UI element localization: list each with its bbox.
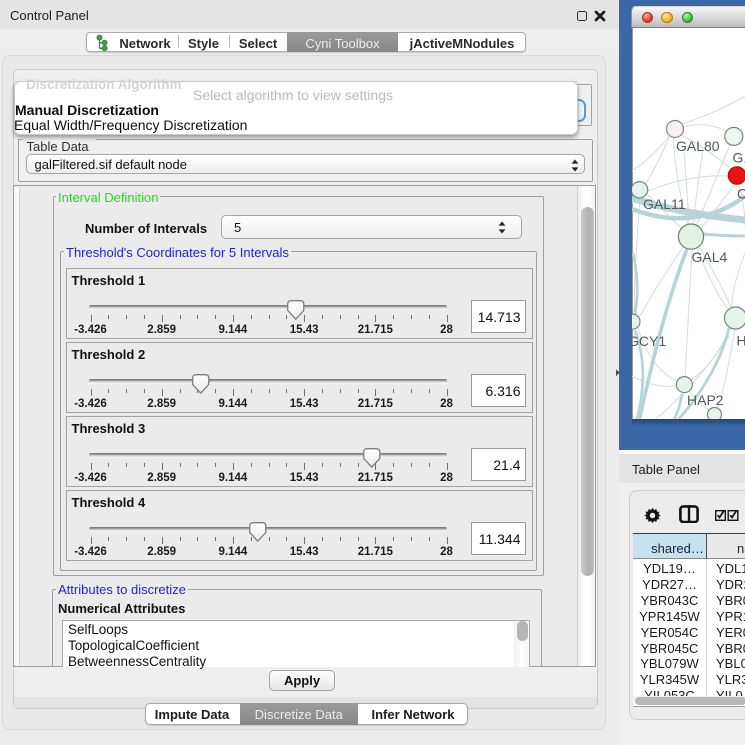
svg-text:GCY1: GCY1 [632, 333, 666, 349]
svg-text:G.: G. [733, 150, 745, 166]
svg-text:C: C [737, 186, 745, 202]
svg-text:GAL80: GAL80 [676, 138, 720, 154]
svg-text:HAP2: HAP2 [687, 392, 724, 408]
svg-text:H: H [737, 333, 745, 349]
svg-text:GAL11: GAL11 [643, 196, 686, 212]
svg-text:GAL4: GAL4 [692, 249, 728, 265]
